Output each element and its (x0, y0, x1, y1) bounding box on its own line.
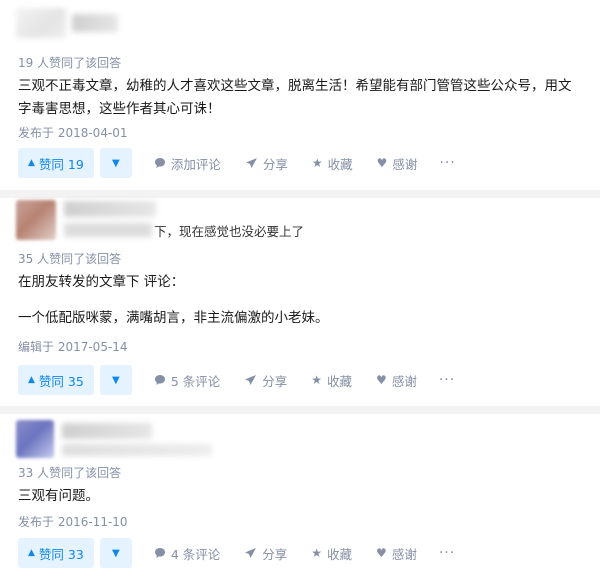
author-bio-row: 下，现在感觉也没必要上了 (64, 221, 304, 240)
share-button[interactable]: 分享 (244, 371, 287, 390)
up-triangle-icon: ▲ (28, 375, 35, 385)
content-paragraph: 一个低配版咪蒙，满嘴胡言，非主流偏激的小老妹。 (18, 310, 329, 326)
action-bar: ▲ 赞同 19 ▼ 添加评论 分享 ★ 收藏 ♥ 感谢 ··· (18, 148, 456, 178)
more-icon[interactable]: ··· (439, 372, 455, 388)
comment-label: 4 条评论 (170, 546, 221, 562)
down-triangle-icon: ▼ (111, 547, 120, 559)
downvote-button[interactable]: ▼ (99, 538, 132, 568)
author-bio-hidden (64, 223, 152, 237)
answer-content: 在朋友转发的文章下 评论： 一个低配版咪蒙，满嘴胡言，非主流偏激的小老妹。 (18, 271, 583, 330)
comment-button[interactable]: 添加评论 (154, 154, 221, 173)
comment-label: 5 条评论 (170, 373, 221, 389)
comment-label: 添加评论 (170, 156, 221, 172)
thanks-label: 感谢 (392, 156, 418, 172)
answer-card: 19 人赞同了该回答 三观不正毒文章，幼稚的人才喜欢这些文章，脱离生活！希望能有… (0, 0, 600, 190)
up-triangle-icon: ▲ (28, 158, 35, 168)
author-row: 下，现在感觉也没必要上了 (16, 200, 304, 240)
paper-plane-icon (244, 374, 257, 386)
author-info (62, 422, 212, 456)
more-icon[interactable]: ··· (439, 545, 455, 561)
author-name[interactable] (62, 422, 152, 439)
star-icon: ★ (311, 373, 323, 387)
more-icon[interactable]: ··· (439, 155, 455, 171)
author-bio-hidden (62, 443, 212, 456)
collect-label: 收藏 (327, 156, 353, 172)
thanks-button[interactable]: ♥ 感谢 (376, 371, 417, 390)
thanks-button[interactable]: ♥ 感谢 (376, 544, 417, 563)
publish-date[interactable]: 发布于 2016-11-10 (18, 513, 128, 530)
down-triangle-icon: ▼ (111, 157, 120, 169)
collect-button[interactable]: ★ 收藏 (312, 154, 353, 173)
vote-count-text: 35 人赞同了该回答 (18, 252, 122, 266)
star-icon: ★ (311, 546, 323, 560)
content-paragraph: 三观不正毒文章，幼稚的人才喜欢这些文章，脱离生活！希望能有部门管管这些公众号，用… (18, 78, 572, 117)
upvote-label: 赞同 19 (38, 156, 84, 172)
collect-label: 收藏 (327, 546, 353, 562)
edit-date[interactable]: 编辑于 2017-05-14 (18, 338, 128, 355)
paper-plane-icon (245, 157, 258, 169)
upvote-button[interactable]: ▲ 赞同 33 (18, 538, 94, 568)
collect-label: 收藏 (327, 373, 353, 389)
action-bar: ▲ 赞同 35 ▼ 5 条评论 分享 ★ 收藏 ♥ 感谢 ··· (18, 365, 455, 395)
author-name[interactable] (72, 14, 118, 32)
star-icon: ★ (311, 156, 323, 170)
share-label: 分享 (262, 373, 288, 389)
collect-button[interactable]: ★ 收藏 (311, 371, 352, 390)
upvote-label: 赞同 35 (38, 373, 84, 389)
speech-bubble-icon (154, 157, 166, 169)
collect-button[interactable]: ★ 收藏 (311, 544, 352, 563)
comment-button[interactable]: 5 条评论 (154, 371, 220, 390)
content-paragraph (18, 294, 583, 306)
publish-date[interactable]: 发布于 2018-04-01 (18, 124, 128, 141)
downvote-button[interactable]: ▼ (99, 365, 132, 395)
author-row (16, 420, 212, 458)
answer-card: 下，现在感觉也没必要上了 35 人赞同了该回答 在朋友转发的文章下 评论： 一个… (0, 198, 600, 406)
share-button[interactable]: 分享 (245, 154, 288, 173)
downvote-button[interactable]: ▼ (99, 148, 132, 178)
answer-content: 三观有问题。 (18, 485, 583, 508)
content-paragraph: 三观有问题。 (18, 488, 99, 504)
heart-icon: ♥ (376, 546, 387, 560)
author-bio: 下，现在感觉也没必要上了 (154, 223, 305, 239)
upvote-button[interactable]: ▲ 赞同 19 (18, 148, 94, 178)
heart-icon: ♥ (376, 156, 388, 170)
thanks-button[interactable]: ♥ 感谢 (377, 154, 418, 173)
share-label: 分享 (262, 156, 288, 172)
answer-card: 33 人赞同了该回答 三观有问题。 发布于 2016-11-10 ▲ 赞同 33… (0, 414, 600, 577)
upvote-label: 赞同 33 (38, 546, 84, 562)
author-info: 下，现在感觉也没必要上了 (64, 200, 304, 240)
heart-icon: ♥ (376, 373, 387, 387)
paper-plane-icon (244, 547, 257, 559)
thanks-label: 感谢 (391, 546, 417, 562)
vote-count-text: 33 人赞同了该回答 (18, 466, 122, 480)
down-triangle-icon: ▼ (111, 374, 120, 386)
speech-bubble-icon (154, 547, 166, 559)
comment-button[interactable]: 4 条评论 (154, 544, 220, 563)
avatar[interactable] (16, 200, 56, 240)
share-button[interactable]: 分享 (244, 544, 287, 563)
answer-content: 三观不正毒文章，幼稚的人才喜欢这些文章，脱离生活！希望能有部门管管这些公众号，用… (18, 75, 583, 121)
content-paragraph: 在朋友转发的文章下 评论： (18, 274, 185, 290)
author-name[interactable] (64, 200, 156, 217)
author-row (16, 8, 118, 38)
share-label: 分享 (262, 546, 288, 562)
vote-count-text: 19 人赞同了该回答 (18, 56, 122, 70)
avatar[interactable] (16, 420, 54, 458)
action-bar: ▲ 赞同 33 ▼ 4 条评论 分享 ★ 收藏 ♥ 感谢 ··· (18, 538, 455, 568)
avatar[interactable] (16, 8, 66, 38)
upvote-button[interactable]: ▲ 赞同 35 (18, 365, 94, 395)
thanks-label: 感谢 (391, 373, 417, 389)
up-triangle-icon: ▲ (28, 548, 35, 558)
speech-bubble-icon (154, 374, 166, 386)
